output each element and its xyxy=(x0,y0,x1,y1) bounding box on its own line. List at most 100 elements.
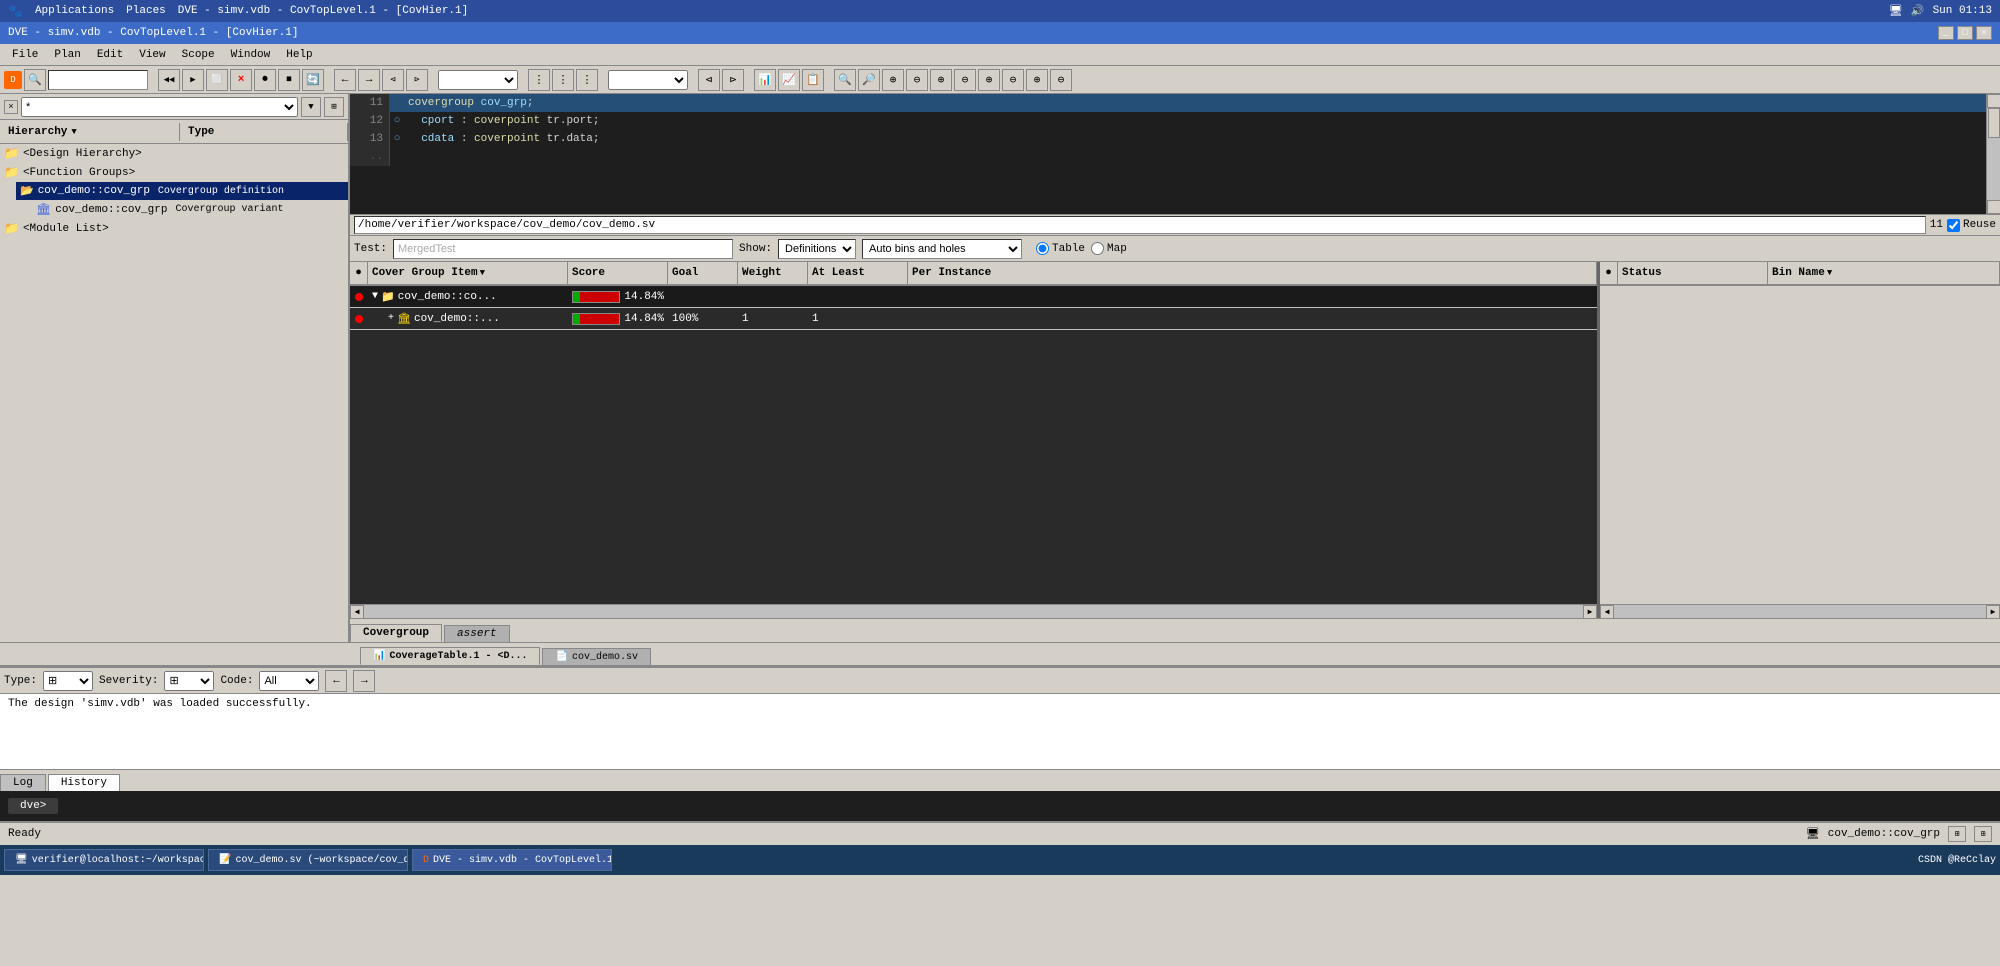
menu-window[interactable]: Window xyxy=(223,47,279,63)
nav-prev-btn[interactable]: ← xyxy=(325,670,347,692)
places-menu[interactable]: Places xyxy=(126,5,166,17)
status-btn-1[interactable]: ⊞ xyxy=(1948,826,1966,842)
tree-item-module[interactable]: 📁 <Module List> xyxy=(0,219,348,238)
code-select[interactable]: All xyxy=(259,671,319,691)
tree-item-covgrp-sub[interactable]: 🏛 cov_demo::cov_grp Covergroup variant xyxy=(32,200,348,219)
menu-help[interactable]: Help xyxy=(278,47,320,63)
applications-menu[interactable]: Applications xyxy=(35,5,114,17)
left-close-btn[interactable]: × xyxy=(4,100,18,114)
hierarchy-col-header: Hierarchy xyxy=(8,126,67,138)
taskbar-icon-3: D xyxy=(423,855,429,866)
row2-expand[interactable]: + xyxy=(388,313,394,324)
tb-btn-29[interactable]: ⊖ xyxy=(1050,69,1072,91)
tb-btn-27[interactable]: ⊖ xyxy=(1002,69,1024,91)
code-scroll-down[interactable]: ▼ xyxy=(1987,200,2000,214)
nav-next-btn[interactable]: → xyxy=(353,670,375,692)
menu-scope[interactable]: Scope xyxy=(174,47,223,63)
auto-bins-select[interactable]: Auto bins and holes xyxy=(862,239,1022,259)
table-radio[interactable] xyxy=(1036,242,1049,255)
tab-covergroup[interactable]: Covergroup xyxy=(350,624,442,642)
hierarchy-sort-icon[interactable]: ▼ xyxy=(71,127,76,137)
cov-hscroll-left[interactable]: ◀ xyxy=(350,605,364,619)
tb-btn-28[interactable]: ⊕ xyxy=(1026,69,1048,91)
log-tab-log[interactable]: Log xyxy=(0,774,46,791)
menu-edit[interactable]: Edit xyxy=(89,47,131,63)
tb-btn-8[interactable]: ← xyxy=(334,69,356,91)
show-select[interactable]: Definitions xyxy=(778,239,856,259)
map-radio-label[interactable]: Map xyxy=(1091,242,1127,255)
tb-btn-26[interactable]: ⊕ xyxy=(978,69,1000,91)
tb-btn-17[interactable]: 📊 xyxy=(754,69,776,91)
minimize-btn[interactable]: _ xyxy=(1938,26,1954,40)
tb-btn-14[interactable]: ⋮ xyxy=(576,69,598,91)
tb-btn-15[interactable]: ⊲ xyxy=(698,69,720,91)
log-tab-history[interactable]: History xyxy=(48,774,120,791)
tb-btn-13[interactable]: ⋮ xyxy=(552,69,574,91)
terminal-tab[interactable]: dve> xyxy=(8,798,58,814)
right-hscroll-left[interactable]: ◀ xyxy=(1600,605,1614,619)
tree-item-covgrp[interactable]: 📂 cov_demo::cov_grp Covergroup definitio… xyxy=(16,182,348,200)
tb-btn-5[interactable]: ⏺ xyxy=(254,69,276,91)
tab-assert[interactable]: assert xyxy=(444,625,510,642)
menu-view[interactable]: View xyxy=(131,47,173,63)
menu-file[interactable]: File xyxy=(4,47,46,63)
tree-item-function[interactable]: 📁 <Function Groups> xyxy=(0,163,348,182)
dve-menu[interactable]: DVE - simv.vdb - CovTopLevel.1 - [CovHie… xyxy=(178,5,468,17)
reuse-checkbox-area[interactable]: Reuse xyxy=(1947,219,1996,232)
taskbar-btn-3[interactable]: D DVE - simv.vdb - CovTopLevel.1 - [... xyxy=(412,849,612,871)
taskbar-label-2: cov_demo.sv (~workspace/cov_de... xyxy=(235,855,408,866)
tb-btn-6[interactable]: ⏹ xyxy=(278,69,300,91)
left-filter-select[interactable]: * xyxy=(21,97,298,117)
cgi-sort-icon[interactable]: ▼ xyxy=(480,268,485,278)
table-radio-label[interactable]: Table xyxy=(1036,242,1085,255)
cov-hscroll-right[interactable]: ▶ xyxy=(1583,605,1597,619)
menu-plan[interactable]: Plan xyxy=(46,47,88,63)
tb-btn-21[interactable]: 🔎 xyxy=(858,69,880,91)
tb-btn-25[interactable]: ⊖ xyxy=(954,69,976,91)
tb-select-1[interactable] xyxy=(438,70,518,90)
cov-row-1[interactable]: ▼ 📁 cov_demo::co... 14.84% xyxy=(350,286,1597,308)
code-scroll-up[interactable]: ▲ xyxy=(1987,94,2000,108)
type-select[interactable]: ⊞ xyxy=(43,671,93,691)
tb-btn-12[interactable]: ⋮ xyxy=(528,69,550,91)
filepath-input[interactable] xyxy=(354,216,1926,234)
taskbar-btn-2[interactable]: 📝 cov_demo.sv (~workspace/cov_de... xyxy=(208,849,408,871)
tree-item-design[interactable]: 📁 <Design Hierarchy> xyxy=(0,144,348,163)
per-instance-header: Per Instance xyxy=(912,267,991,279)
tb-btn-19[interactable]: 📋 xyxy=(802,69,824,91)
maximize-btn[interactable]: □ xyxy=(1957,26,1973,40)
tb-btn-4[interactable]: × xyxy=(230,69,252,91)
tb-select-2[interactable] xyxy=(608,70,688,90)
reuse-checkbox[interactable] xyxy=(1947,219,1960,232)
tb-btn-2[interactable]: ▶ xyxy=(182,69,204,91)
tb-btn-1[interactable]: ◀◀ xyxy=(158,69,180,91)
file-tab-sv[interactable]: 📄 cov_demo.sv xyxy=(542,648,650,665)
tb-search-btn[interactable]: 🔍 xyxy=(24,69,46,91)
tb-btn-24[interactable]: ⊕ xyxy=(930,69,952,91)
tb-btn-16[interactable]: ⊳ xyxy=(722,69,744,91)
tb-btn-7[interactable]: 🔄 xyxy=(302,69,324,91)
map-radio[interactable] xyxy=(1091,242,1104,255)
tb-btn-22[interactable]: ⊕ xyxy=(882,69,904,91)
severity-select[interactable]: ⊞ xyxy=(164,671,214,691)
cov-row-2[interactable]: + 🏛 cov_demo::... 14.84% 100% 1 1 xyxy=(350,308,1597,330)
close-btn[interactable]: × xyxy=(1976,26,1992,40)
row1-expand[interactable]: ▼ xyxy=(372,291,378,302)
tb-btn-18[interactable]: 📈 xyxy=(778,69,800,91)
file-tab-coverage[interactable]: 📊 CoverageTable.1 - <D... xyxy=(360,647,540,665)
code-line-dots: .. xyxy=(350,148,1986,166)
test-input[interactable] xyxy=(393,239,733,259)
tb-btn-11[interactable]: ⊳ xyxy=(406,69,428,91)
tb-search-input[interactable] xyxy=(48,70,148,90)
taskbar-btn-1[interactable]: 🖥 verifier@localhost:~/workspace/cov... xyxy=(4,849,204,871)
left-grid-btn[interactable]: ⊞ xyxy=(324,97,344,117)
tb-btn-9[interactable]: → xyxy=(358,69,380,91)
tb-btn-23[interactable]: ⊖ xyxy=(906,69,928,91)
tb-btn-10[interactable]: ⊲ xyxy=(382,69,404,91)
bin-sort-icon[interactable]: ▼ xyxy=(1827,268,1832,278)
tb-btn-20[interactable]: 🔍 xyxy=(834,69,856,91)
status-btn-2[interactable]: ⊞ xyxy=(1974,826,1992,842)
tb-btn-3[interactable]: ⬜ xyxy=(206,69,228,91)
left-filter-btn[interactable]: ▼ xyxy=(301,97,321,117)
right-hscroll-right[interactable]: ▶ xyxy=(1986,605,2000,619)
